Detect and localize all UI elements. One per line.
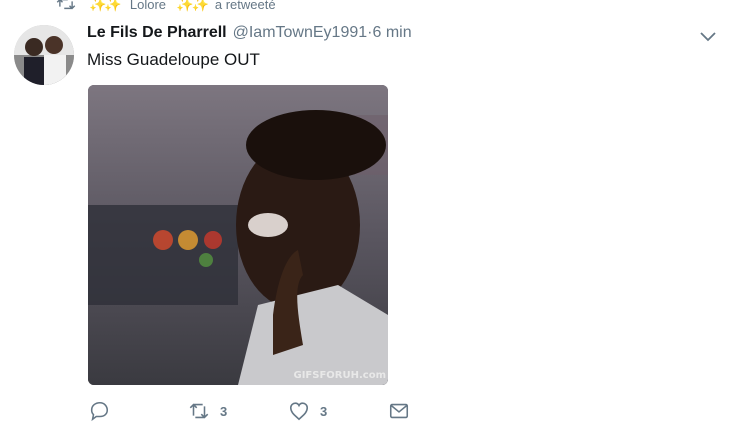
gif-watermark: GIFSFORUH.com bbox=[294, 370, 387, 381]
like-count: 3 bbox=[320, 403, 328, 419]
tweet-media-gif[interactable]: GIFSFORUH.com bbox=[88, 85, 388, 385]
like-button[interactable]: 3 bbox=[288, 400, 327, 422]
retweet-context: ✨✨ Lolore ✨✨ a retweeté bbox=[55, 0, 276, 13]
tweet-header: Le Fils De Pharrell @IamTownEy1991 · 6 m… bbox=[87, 24, 412, 42]
chevron-down-icon[interactable] bbox=[698, 26, 718, 46]
avatar[interactable] bbox=[14, 25, 74, 85]
tweet-timestamp[interactable]: 6 min bbox=[372, 24, 411, 42]
user-handle[interactable]: @IamTownEy1991 bbox=[233, 24, 368, 42]
retweet-count: 3 bbox=[220, 403, 228, 419]
sparkles-emoji: ✨✨ bbox=[176, 0, 209, 12]
retweet-icon bbox=[189, 403, 209, 419]
retweet-action-label: a retweeté bbox=[214, 0, 276, 12]
reply-button[interactable] bbox=[88, 400, 120, 422]
gif-image: GIFSFORUH.com bbox=[88, 85, 388, 385]
retweet-icon bbox=[56, 0, 76, 10]
tweet-text: Miss Guadeloupe OUT bbox=[87, 50, 260, 69]
direct-message-button[interactable] bbox=[388, 400, 410, 422]
display-name[interactable]: Le Fils De Pharrell bbox=[87, 24, 227, 42]
avatar-image bbox=[14, 25, 74, 85]
envelope-icon bbox=[389, 403, 409, 419]
retweeter-name[interactable]: Lolore bbox=[130, 0, 166, 12]
retweet-button[interactable]: 3 bbox=[188, 400, 227, 422]
heart-icon bbox=[289, 402, 309, 421]
reply-icon bbox=[90, 401, 109, 422]
sparkles-emoji: ✨✨ bbox=[89, 0, 122, 12]
